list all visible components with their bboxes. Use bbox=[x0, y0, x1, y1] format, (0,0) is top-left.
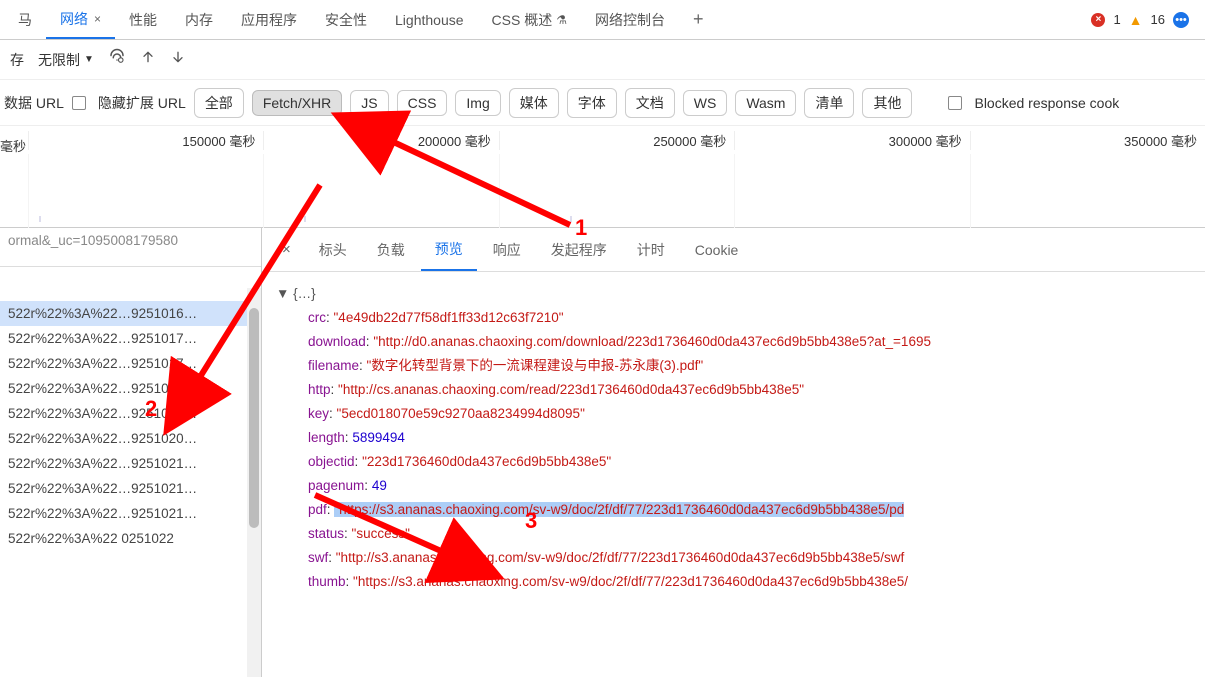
request-row[interactable]: ormal&_uc=1095008179580 bbox=[0, 228, 261, 267]
chevron-down-icon: ▼ bbox=[84, 54, 94, 65]
time-tick: 350000 毫秒 bbox=[970, 131, 1205, 150]
help-icon[interactable]: ••• bbox=[1173, 12, 1189, 28]
json-field[interactable]: swf: "http://s3.ananas.chaoxing.com/sv-w… bbox=[276, 546, 1191, 570]
request-row[interactable]: 522r%22%3A%22…9251021… bbox=[0, 451, 261, 476]
tab-memory[interactable]: 内存 bbox=[171, 0, 227, 39]
tab-timing[interactable]: 计时 bbox=[623, 228, 679, 271]
request-row[interactable]: 522r%22%3A%22…9251016… bbox=[0, 301, 261, 326]
time-tick: 300000 毫秒 bbox=[734, 131, 969, 150]
json-root-toggle[interactable]: ▼ {…} bbox=[276, 282, 1191, 306]
time-tick: 150000 毫秒 bbox=[28, 131, 263, 150]
request-row[interactable]: 522r%22%3A%22…9251021… bbox=[0, 476, 261, 501]
tab-performance[interactable]: 性能 bbox=[115, 0, 171, 39]
json-field[interactable]: filename: "数字化转型背景下的一流课程建设与申报-苏永康(3).pdf… bbox=[276, 354, 1191, 378]
filter-js[interactable]: JS bbox=[350, 90, 388, 116]
request-row[interactable]: 522r%22%3A%22 0251022 bbox=[0, 526, 261, 551]
filter-all[interactable]: 全部 bbox=[194, 88, 244, 118]
time-tick: 250000 毫秒 bbox=[499, 131, 734, 150]
tab-payload[interactable]: 负载 bbox=[363, 228, 419, 271]
detail-tabs: × 标头 负载 预览 响应 发起程序 计时 Cookie bbox=[262, 228, 1205, 272]
annotation-2: 2 bbox=[145, 396, 157, 422]
tab-lighthouse[interactable]: Lighthouse bbox=[381, 0, 478, 39]
blocked-checkbox[interactable] bbox=[948, 96, 962, 110]
warning-icon[interactable]: ▲ bbox=[1129, 12, 1143, 28]
json-field[interactable]: objectid: "223d1736460d0da437ec6d9b5bb43… bbox=[276, 450, 1191, 474]
hide-ext-checkbox[interactable] bbox=[72, 96, 86, 110]
scrollbar[interactable] bbox=[247, 288, 261, 677]
tab-security[interactable]: 安全性 bbox=[311, 0, 381, 39]
data-url-label: 数据 URL bbox=[4, 93, 64, 113]
json-field[interactable]: pagenum: 49 bbox=[276, 474, 1191, 498]
request-row[interactable]: 522r%22%3A%22…9251020… bbox=[0, 401, 261, 426]
detail-pane: × 标头 负载 预览 响应 发起程序 计时 Cookie ▼ {…} crc: … bbox=[262, 228, 1205, 677]
close-detail-icon[interactable]: × bbox=[270, 241, 303, 258]
lower-pane: ormal&_uc=1095008179580 522r%22%3A%22…92… bbox=[0, 228, 1205, 677]
request-list[interactable]: ormal&_uc=1095008179580 522r%22%3A%22…92… bbox=[0, 228, 262, 677]
filter-font[interactable]: 字体 bbox=[567, 88, 617, 118]
leading-cut: 马 bbox=[4, 0, 46, 39]
warning-count: 16 bbox=[1151, 12, 1165, 27]
json-field[interactable]: crc: "4e49db22d77f58df1ff33d12c63f7210" bbox=[276, 306, 1191, 330]
tab-headers[interactable]: 标头 bbox=[305, 228, 361, 271]
toolbar-cut: 存 bbox=[10, 50, 24, 70]
json-field[interactable]: key: "5ecd018070e59c9270aa8234994d8095" bbox=[276, 402, 1191, 426]
annotation-1: 1 bbox=[575, 215, 587, 241]
request-row[interactable]: 522r%22%3A%22…9251021… bbox=[0, 501, 261, 526]
tab-application[interactable]: 应用程序 bbox=[227, 0, 311, 39]
filter-img[interactable]: Img bbox=[455, 90, 500, 116]
json-field[interactable]: download: "http://d0.ananas.chaoxing.com… bbox=[276, 330, 1191, 354]
annotation-3: 3 bbox=[525, 508, 537, 534]
error-icon[interactable]: × bbox=[1091, 13, 1105, 27]
tab-network[interactable]: 网络× bbox=[46, 0, 115, 39]
request-row[interactable]: 522r%22%3A%22…9251018… bbox=[0, 376, 261, 401]
blocked-label: Blocked response cook bbox=[974, 95, 1119, 111]
network-conditions-icon[interactable] bbox=[108, 48, 126, 71]
filter-wasm[interactable]: Wasm bbox=[735, 90, 796, 116]
close-icon[interactable]: × bbox=[94, 12, 101, 26]
tab-preview[interactable]: 预览 bbox=[421, 228, 477, 271]
throttling-select[interactable]: 无限制 ▼ bbox=[38, 50, 94, 70]
json-field[interactable]: length: 5899494 bbox=[276, 426, 1191, 450]
preview-body[interactable]: ▼ {…} crc: "4e49db22d77f58df1ff33d12c63f… bbox=[262, 272, 1205, 677]
hide-ext-label: 隐藏扩展 URL bbox=[98, 93, 186, 113]
filter-other[interactable]: 其他 bbox=[862, 88, 912, 118]
filter-doc[interactable]: 文档 bbox=[625, 88, 675, 118]
flask-icon: ⚗ bbox=[556, 13, 567, 27]
json-field[interactable]: status: "success" bbox=[276, 522, 1191, 546]
timeline[interactable]: 毫秒 150000 毫秒 200000 毫秒 250000 毫秒 300000 … bbox=[0, 126, 1205, 228]
error-count: 1 bbox=[1113, 12, 1120, 27]
devtools-tabs-bar: 马 网络× 性能 内存 应用程序 安全性 Lighthouse CSS 概述⚗ … bbox=[0, 0, 1205, 40]
filter-fetch-xhr[interactable]: Fetch/XHR bbox=[252, 90, 342, 116]
filter-ws[interactable]: WS bbox=[683, 90, 728, 116]
filter-media[interactable]: 媒体 bbox=[509, 88, 559, 118]
filter-css[interactable]: CSS bbox=[397, 90, 448, 116]
json-field[interactable]: thumb: "https://s3.ananas.chaoxing.com/s… bbox=[276, 570, 1191, 594]
tab-cookies[interactable]: Cookie bbox=[681, 228, 753, 271]
tab-response[interactable]: 响应 bbox=[479, 228, 535, 271]
filter-bar: 数据 URL 隐藏扩展 URL 全部 Fetch/XHR JS CSS Img … bbox=[0, 80, 1205, 126]
request-row[interactable]: 522r%22%3A%22…9251017… bbox=[0, 326, 261, 351]
json-field[interactable]: http: "http://cs.ananas.chaoxing.com/rea… bbox=[276, 378, 1191, 402]
request-row[interactable]: 522r%22%3A%22…9251017… bbox=[0, 351, 261, 376]
filter-manifest[interactable]: 清单 bbox=[804, 88, 854, 118]
json-field[interactable]: pdf: "https://s3.ananas.chaoxing.com/sv-… bbox=[276, 498, 1191, 522]
network-toolbar: 存 无限制 ▼ bbox=[0, 40, 1205, 80]
import-icon[interactable] bbox=[140, 49, 156, 70]
tab-network-console[interactable]: 网络控制台 bbox=[581, 0, 679, 39]
request-row[interactable]: 522r%22%3A%22…9251020… bbox=[0, 426, 261, 451]
timeline-unit: 毫秒 bbox=[0, 136, 26, 155]
add-tab-button[interactable]: + bbox=[679, 9, 718, 30]
export-icon[interactable] bbox=[170, 49, 186, 70]
tab-css-overview[interactable]: CSS 概述⚗ bbox=[478, 0, 581, 39]
time-tick: 200000 毫秒 bbox=[263, 131, 498, 150]
